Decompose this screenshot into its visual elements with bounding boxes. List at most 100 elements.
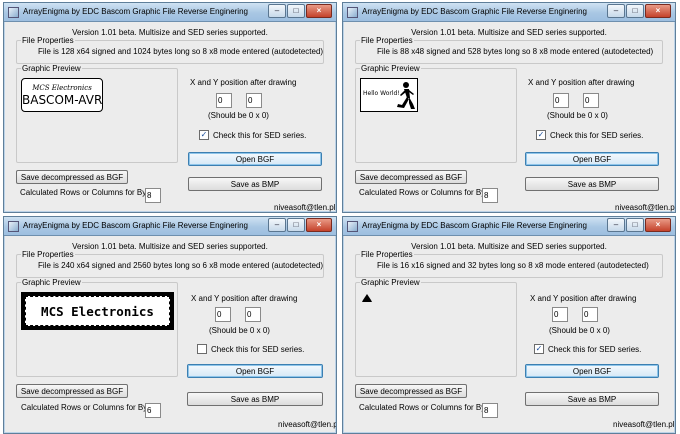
save-bmp-button[interactable]: Save as BMP (188, 177, 322, 191)
window-controls: – □ × (268, 4, 332, 18)
sed-series-label: Check this for SED series. (213, 130, 307, 140)
app-window-2: ArrayEnigma by EDC Bascom Graphic File R… (342, 2, 676, 213)
author-email: niveasoft@tlen.pl (274, 203, 336, 212)
calculated-rows-field[interactable]: 6 (145, 403, 161, 418)
app-window-3: ArrayEnigma by EDC Bascom Graphic File R… (3, 216, 337, 434)
xy-position-label: X and Y position after drawing (528, 78, 635, 87)
open-bgf-button[interactable]: Open BGF (187, 364, 323, 378)
save-decompressed-button[interactable]: Save decompressed as BGF (355, 384, 467, 398)
save-decompressed-button[interactable]: Save decompressed as BGF (16, 384, 128, 398)
maximize-button[interactable]: □ (626, 218, 644, 232)
title-bar[interactable]: ArrayEnigma by EDC Bascom Graphic File R… (343, 3, 675, 22)
x-position-field[interactable]: 0 (552, 307, 568, 322)
should-be-hint: (Should be 0 x 0) (209, 326, 270, 335)
minimize-button[interactable]: – (268, 218, 286, 232)
y-position-field[interactable]: 0 (245, 307, 261, 322)
preview-image: MCS Electronics (21, 292, 174, 330)
sed-series-checkbox[interactable]: ✓ Check this for SED series. (536, 130, 643, 140)
title-bar[interactable]: ArrayEnigma by EDC Bascom Graphic File R… (4, 217, 336, 236)
author-email: niveasoft@tlen.pl (615, 203, 676, 212)
mcs-electronics-preview: MCS Electronics (21, 292, 174, 330)
minimize-button[interactable]: – (268, 4, 286, 18)
should-be-hint: (Should be 0 x 0) (549, 326, 610, 335)
preview-text: MCS Electronics (41, 303, 154, 319)
calculated-rows-field[interactable]: 8 (482, 403, 498, 418)
x-position-field[interactable]: 0 (216, 93, 232, 108)
maximize-button[interactable]: □ (287, 218, 305, 232)
checkbox-box[interactable]: ✓ (199, 130, 209, 140)
checkbox-box[interactable] (197, 344, 207, 354)
minimize-button[interactable]: – (607, 4, 625, 18)
checkbox-box[interactable]: ✓ (536, 130, 546, 140)
preview-image: Hello World! (360, 78, 418, 112)
window-title: ArrayEnigma by EDC Bascom Graphic File R… (23, 221, 248, 230)
save-bmp-button[interactable]: Save as BMP (525, 177, 659, 191)
app-icon (347, 221, 358, 232)
xy-position-label: X and Y position after drawing (530, 294, 637, 303)
y-position-field[interactable]: 0 (582, 307, 598, 322)
y-position-field[interactable]: 0 (583, 93, 599, 108)
graphic-preview-group: Graphic Preview MCS Electronics BASCOM-AV… (16, 64, 178, 163)
graphic-preview-label: Graphic Preview (360, 278, 421, 287)
file-properties-group: File Properties File is 16 x16 signed an… (355, 250, 663, 278)
maximize-button[interactable]: □ (626, 4, 644, 18)
graphic-preview-group: Graphic Preview (355, 278, 517, 377)
sed-series-label: Check this for SED series. (550, 130, 644, 140)
title-bar[interactable]: ArrayEnigma by EDC Bascom Graphic File R… (343, 217, 675, 236)
preview-image (360, 292, 372, 304)
sed-series-label: Check this for SED series. (548, 344, 642, 354)
walking-man-icon (397, 82, 415, 109)
open-bgf-button[interactable]: Open BGF (525, 152, 659, 166)
save-decompressed-button[interactable]: Save decompressed as BGF (355, 170, 467, 184)
app-icon (347, 7, 358, 18)
sed-series-checkbox[interactable]: ✓ Check this for SED series. (199, 130, 306, 140)
y-position-field[interactable]: 0 (246, 93, 262, 108)
checkbox-box[interactable]: ✓ (534, 344, 544, 354)
author-email: niveasoft@tlen.pl (278, 420, 337, 429)
window-title: ArrayEnigma by EDC Bascom Graphic File R… (362, 7, 587, 16)
title-bar[interactable]: ArrayEnigma by EDC Bascom Graphic File R… (4, 3, 336, 22)
open-bgf-button[interactable]: Open BGF (188, 152, 322, 166)
preview-frame: MCS Electronics (25, 296, 170, 326)
preview-line-2: BASCOM-AVR (22, 93, 103, 107)
calculated-rows-label: Calculated Rows or Columns for Byte (359, 188, 492, 197)
file-properties-group: File Properties File is 240 x64 signed a… (16, 250, 324, 278)
author-email: niveasoft@tlen.pl (613, 420, 675, 429)
window-controls: – □ × (607, 4, 671, 18)
close-button[interactable]: × (306, 4, 332, 18)
file-info-text: File is 128 x64 signed and 1024 bytes lo… (38, 47, 324, 56)
file-info-text: File is 16 x16 signed and 32 bytes long … (377, 261, 649, 270)
graphic-preview-group: Graphic Preview MCS Electronics (16, 278, 178, 377)
graphic-preview-label: Graphic Preview (21, 278, 82, 287)
sed-series-checkbox[interactable]: ✓ Check this for SED series. (534, 344, 641, 354)
sed-series-checkbox[interactable]: Check this for SED series. (197, 344, 304, 354)
close-button[interactable]: × (306, 218, 332, 232)
maximize-button[interactable]: □ (287, 4, 305, 18)
save-decompressed-button[interactable]: Save decompressed as BGF (16, 170, 128, 184)
open-bgf-button[interactable]: Open BGF (525, 364, 659, 378)
file-properties-label: File Properties (21, 36, 75, 45)
graphic-preview-label: Graphic Preview (21, 64, 82, 73)
file-properties-label: File Properties (360, 36, 414, 45)
file-properties-group: File Properties File is 128 x64 signed a… (16, 36, 324, 64)
x-position-field[interactable]: 0 (553, 93, 569, 108)
preview-image: MCS Electronics BASCOM-AVR (21, 78, 103, 112)
xy-position-label: X and Y position after drawing (190, 78, 297, 87)
file-properties-group: File Properties File is 88 x48 signed an… (355, 36, 663, 64)
xy-position-label: X and Y position after drawing (191, 294, 298, 303)
app-icon (8, 7, 19, 18)
x-position-field[interactable]: 0 (215, 307, 231, 322)
window-title: ArrayEnigma by EDC Bascom Graphic File R… (362, 221, 587, 230)
save-bmp-button[interactable]: Save as BMP (187, 392, 323, 406)
calculated-rows-field[interactable]: 8 (145, 188, 161, 203)
should-be-hint: (Should be 0 x 0) (547, 111, 608, 120)
bascom-logo-preview: MCS Electronics BASCOM-AVR (21, 78, 103, 112)
file-info-text: File is 88 x48 signed and 528 bytes long… (377, 47, 654, 56)
close-button[interactable]: × (645, 4, 671, 18)
file-properties-label: File Properties (21, 250, 75, 259)
minimize-button[interactable]: – (607, 218, 625, 232)
close-button[interactable]: × (645, 218, 671, 232)
save-bmp-button[interactable]: Save as BMP (525, 392, 659, 406)
calculated-rows-field[interactable]: 8 (482, 188, 498, 203)
graphic-preview-label: Graphic Preview (360, 64, 421, 73)
